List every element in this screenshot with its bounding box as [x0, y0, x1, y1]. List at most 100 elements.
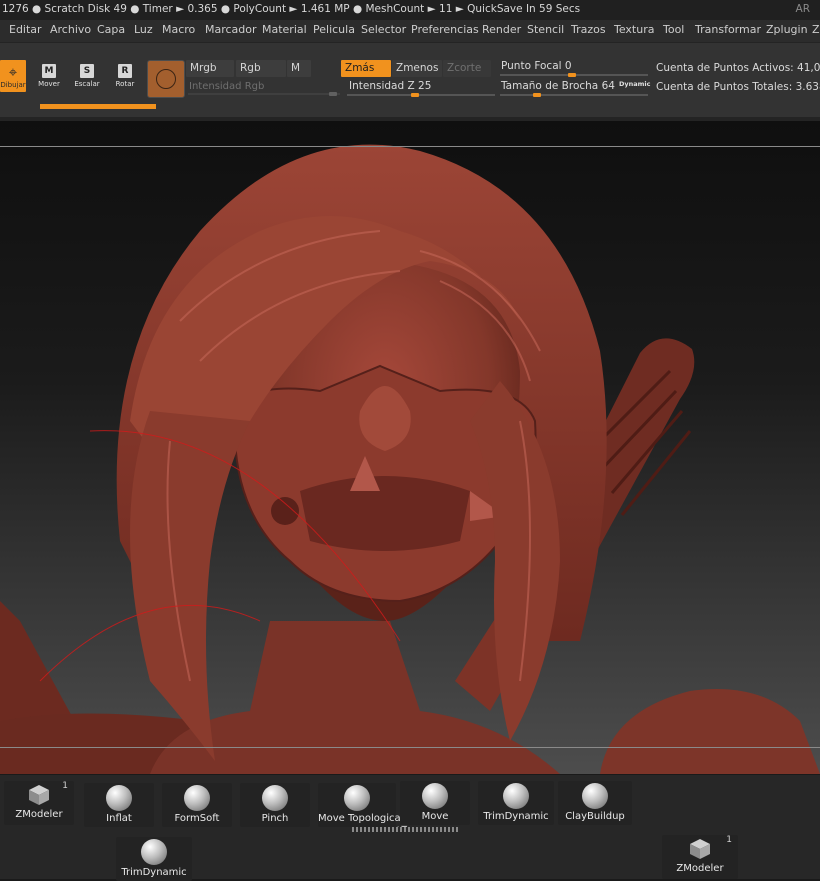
brush-label: ClayBuildup	[565, 811, 625, 822]
menu-macro[interactable]: Macro	[162, 23, 195, 36]
rgb-intensity-track[interactable]	[188, 93, 340, 95]
brush-badge: 1	[62, 781, 68, 791]
brush-badge: 1	[726, 835, 732, 845]
brush-move[interactable]: Move	[400, 781, 470, 825]
status-text: 1276 ● Scratch Disk 49 ● Timer ► 0.365 ●…	[2, 3, 581, 15]
menu-textura[interactable]: Textura	[614, 23, 654, 36]
menu-z[interactable]: Z	[812, 23, 820, 36]
brush-label: ZModeler	[15, 809, 63, 820]
menu-trazos[interactable]: Trazos	[571, 23, 606, 36]
canvas-viewport[interactable]	[0, 121, 820, 774]
brush-label: Inflat	[106, 813, 132, 824]
brush-size-track[interactable]	[500, 94, 648, 96]
brush-tray: ZModeler 1 Inflat FormSoft Pinch Move To…	[0, 774, 820, 881]
menu-luz[interactable]: Luz	[134, 23, 153, 36]
viewport-guide-top	[0, 146, 820, 147]
brush-label: Move	[421, 811, 449, 822]
brush-label: Move Topologica	[318, 813, 401, 824]
brush-trimdynamic-current[interactable]: TrimDynamic	[116, 837, 192, 881]
menu-capa[interactable]: Capa	[97, 23, 125, 36]
brush-zmodeler[interactable]: ZModeler 1	[4, 781, 74, 825]
sculpt-model	[0, 144, 820, 774]
move-label: Mover	[38, 80, 60, 88]
m-toggle[interactable]: M	[287, 60, 311, 77]
claybuildup-brush-icon	[582, 783, 608, 809]
pinch-brush-icon	[262, 785, 288, 811]
rgb-intensity-knob[interactable]	[329, 92, 337, 96]
material-sphere-icon	[156, 69, 176, 89]
scale-label: Escalar	[74, 80, 100, 88]
material-button[interactable]	[147, 60, 185, 98]
total-points-count: Cuenta de Puntos Totales: 3.638 M	[656, 81, 820, 93]
draw-label: Dibujar	[0, 81, 26, 89]
scale-button[interactable]: S Escalar	[70, 64, 104, 102]
z-intensity-knob[interactable]	[411, 93, 419, 97]
menu-transformar[interactable]: Transformar	[695, 23, 761, 36]
focal-label[interactable]: Punto Focal 0	[501, 60, 572, 72]
brush-label: FormSoft	[174, 813, 220, 824]
dynamic-toggle[interactable]: Dynamic	[619, 80, 651, 88]
mask-hole	[271, 497, 299, 525]
z-intensity-label[interactable]: Intensidad Z 25	[349, 80, 431, 92]
mask-teeth	[300, 476, 470, 551]
move-topological-brush-icon	[344, 785, 370, 811]
scale-icon: S	[80, 64, 94, 78]
move-brush-icon	[422, 783, 448, 809]
menu-render[interactable]: Render	[482, 23, 521, 36]
z-intensity-value: 25	[418, 80, 432, 92]
zcut-toggle[interactable]: Zcorte	[443, 60, 491, 77]
zsub-toggle[interactable]: Zmenos	[392, 60, 442, 77]
menu-archivo[interactable]: Archivo	[50, 23, 91, 36]
active-points-count: Cuenta de Puntos Activos: 41,036	[656, 62, 820, 74]
shoulder-armor	[600, 689, 820, 774]
tool-zmodeler-current[interactable]: ZModeler 1	[662, 835, 738, 879]
brush-size-knob[interactable]	[533, 93, 541, 97]
status-ar: AR	[795, 3, 810, 15]
z-intensity-track[interactable]	[347, 94, 495, 96]
brush-claybuildup[interactable]: ClayBuildup	[558, 781, 632, 825]
draw-button[interactable]: ⌖ Dibujar	[0, 60, 26, 92]
brush-label: TrimDynamic	[121, 867, 187, 878]
rotate-label: Rotar	[115, 80, 135, 88]
menu-preferencias[interactable]: Preferencias	[411, 23, 479, 36]
menu-marcador[interactable]: Marcador	[205, 23, 257, 36]
mrgb-toggle[interactable]: Mrgb	[186, 60, 234, 77]
brush-label: ZModeler	[676, 863, 724, 874]
menu-zplugin[interactable]: Zplugin	[766, 23, 808, 36]
focal-knob[interactable]	[568, 73, 576, 77]
brush-size-label[interactable]: Tamaño de Brocha 64	[501, 80, 615, 92]
brush-formsoft[interactable]: FormSoft	[162, 783, 232, 827]
menu-stencil[interactable]: Stencil	[527, 23, 564, 36]
crosshair-icon: ⌖	[8, 63, 18, 81]
brush-trimdynamic[interactable]: TrimDynamic	[478, 781, 554, 825]
brush-label: Pinch	[261, 813, 289, 824]
zadd-toggle[interactable]: Zmás	[341, 60, 391, 77]
brush-size-value: 64	[601, 80, 615, 92]
brush-move-topological[interactable]: Move Topologica	[318, 783, 401, 827]
formsoft-brush-icon	[184, 785, 210, 811]
menu-editar[interactable]: Editar	[9, 23, 42, 36]
trimdynamic-brush-icon	[503, 783, 529, 809]
menu-bar: Editar Archivo Capa Luz Macro Marcador M…	[0, 20, 820, 43]
brush-pinch[interactable]: Pinch	[240, 783, 310, 827]
tray-resize-handle[interactable]	[352, 827, 458, 832]
brush-label: TrimDynamic	[483, 811, 549, 822]
rotate-icon: R	[118, 64, 132, 78]
rgb-toggle[interactable]: Rgb	[236, 60, 286, 77]
menu-tool[interactable]: Tool	[663, 23, 684, 36]
inflat-brush-icon	[106, 785, 132, 811]
menu-selector[interactable]: Selector	[361, 23, 406, 36]
hair-lock-left	[130, 411, 250, 761]
rotate-button[interactable]: R Rotar	[108, 64, 142, 102]
focal-value: 0	[564, 60, 572, 72]
brush-inflat[interactable]: Inflat	[84, 783, 154, 827]
zmodeler-cube-icon	[29, 785, 49, 805]
menu-material[interactable]: Material	[262, 23, 307, 36]
status-bar: 1276 ● Scratch Disk 49 ● Timer ► 0.365 ●…	[0, 0, 820, 20]
viewport-guide-bottom	[0, 747, 820, 748]
trimdynamic-brush-icon	[141, 839, 167, 865]
move-button[interactable]: M Mover	[32, 64, 66, 102]
menu-pelicula[interactable]: Pelicula	[313, 23, 355, 36]
move-icon: M	[42, 64, 56, 78]
rgb-intensity-label[interactable]: Intensidad Rgb	[189, 81, 264, 92]
